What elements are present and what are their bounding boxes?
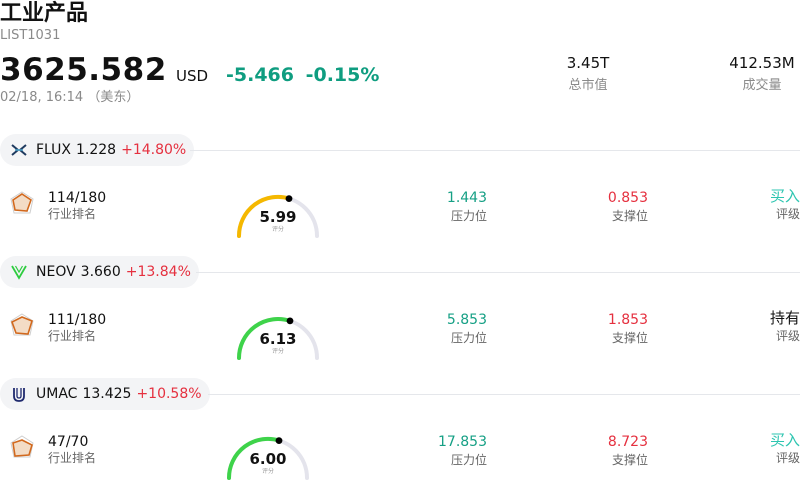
currency-label: USD [176, 67, 209, 85]
resistance-metric: 17.853 压力位 [410, 434, 487, 468]
industry-rank-label: 行业排名 [48, 451, 97, 465]
score-label: 评分 [271, 348, 284, 355]
rating-value: 持有 [769, 309, 800, 327]
stock-price: 13.425 [82, 386, 132, 402]
score-label: 评分 [271, 226, 284, 233]
score-gauge: 6.00 评分 [222, 422, 314, 482]
radar-chart-icon [10, 313, 34, 336]
stock-change: +10.58% [136, 386, 202, 402]
gauge-marker [275, 437, 283, 444]
umac-logo-icon [13, 388, 25, 402]
volume-label: 成交量 [742, 78, 782, 93]
section-divider [196, 272, 800, 273]
volume-value: 412.53M [729, 54, 795, 72]
resistance-label: 压力位 [450, 331, 487, 345]
support-metric: 1.853 支撑位 [580, 312, 648, 346]
support-value: 0.853 [607, 190, 648, 206]
stock-symbol: NEOV [36, 264, 76, 280]
stock-chip-flux[interactable]: FLUX 1.228 +14.80% [0, 134, 195, 166]
rating-metric[interactable]: 买入 评级 [740, 188, 800, 222]
industry-rank-label: 行业排名 [48, 207, 97, 221]
stock-change: +13.84% [125, 264, 191, 280]
rating-label: 评级 [775, 207, 800, 221]
radar-chart-icon [10, 191, 34, 214]
stock-chip-neov[interactable]: NEOV 3.660 +13.84% [0, 256, 199, 288]
index-price: 3625.582 [0, 52, 167, 88]
resistance-label: 压力位 [450, 209, 487, 223]
rating-label: 评级 [775, 329, 800, 343]
rating-label: 评级 [775, 451, 800, 465]
score-label: 评分 [261, 468, 274, 475]
radar-chart-icon [10, 435, 34, 458]
stock-price: 1.228 [76, 142, 117, 158]
resistance-value: 17.853 [438, 434, 487, 450]
industry-rank-label: 行业排名 [48, 329, 97, 343]
neov-logo-icon [11, 265, 27, 280]
stock-change: +14.80% [121, 142, 187, 158]
stock-section: FLUX 1.228 +14.80% 114/180 行业排名 5.99 评分 … [0, 134, 800, 256]
gauge-marker [285, 195, 293, 202]
resistance-metric: 1.443 压力位 [420, 190, 487, 224]
price-change-value: -5.466 [226, 64, 294, 86]
support-metric: 8.723 支撑位 [580, 434, 648, 468]
resistance-value: 5.853 [446, 312, 487, 328]
support-label: 支撑位 [611, 209, 648, 223]
stock-symbol: UMAC [36, 386, 78, 402]
resistance-label: 压力位 [450, 453, 487, 467]
stock-section: UMAC 13.425 +10.58% 47/70 行业排名 6.00 评分 1… [0, 378, 800, 488]
gauge-marker [286, 317, 294, 325]
score-gauge: 6.13 评分 [232, 302, 324, 362]
price-change-percent: -0.15% [305, 64, 380, 86]
support-value: 8.723 [607, 434, 648, 450]
market-cap-value: 3.45T [566, 54, 610, 72]
industry-rank-value: 111/180 [48, 312, 107, 328]
score-value: 5.99 [259, 208, 297, 226]
rating-value: 买入 [769, 431, 800, 449]
support-label: 支撑位 [611, 331, 648, 345]
support-metric: 0.853 支撑位 [580, 190, 648, 224]
rating-metric[interactable]: 买入 评级 [740, 432, 800, 466]
industry-rank-value: 114/180 [48, 190, 107, 206]
support-label: 支撑位 [611, 453, 648, 467]
stock-price: 3.660 [80, 264, 121, 280]
volume-stat: 412.53M 成交量 [724, 54, 800, 94]
section-divider [190, 150, 800, 151]
stock-chip-umac[interactable]: UMAC 13.425 +10.58% [0, 378, 210, 410]
industry-rank-value: 47/70 [48, 434, 89, 450]
resistance-value: 1.443 [446, 190, 487, 206]
market-cap-label: 总市值 [568, 78, 608, 93]
market-cap-stat: 3.45T 总市值 [560, 54, 616, 94]
resistance-metric: 5.853 压力位 [420, 312, 487, 346]
flux-logo-icon [11, 144, 27, 156]
price-change: -5.466 -0.15% [226, 64, 379, 86]
stock-symbol: FLUX [36, 142, 71, 158]
support-value: 1.853 [607, 312, 648, 328]
score-value: 6.13 [259, 330, 297, 348]
score-value: 6.00 [249, 450, 287, 468]
page-title: 工业产品 [0, 1, 89, 26]
section-divider [208, 394, 800, 395]
timestamp: 02/18, 16:14 （美东） [0, 90, 140, 105]
rating-metric[interactable]: 持有 评级 [740, 310, 800, 344]
stock-section: NEOV 3.660 +13.84% 111/180 行业排名 6.13 评分 … [0, 256, 800, 378]
index-code: LIST1031 [0, 28, 61, 43]
rating-value: 买入 [769, 187, 800, 205]
score-gauge: 5.99 评分 [232, 180, 324, 240]
